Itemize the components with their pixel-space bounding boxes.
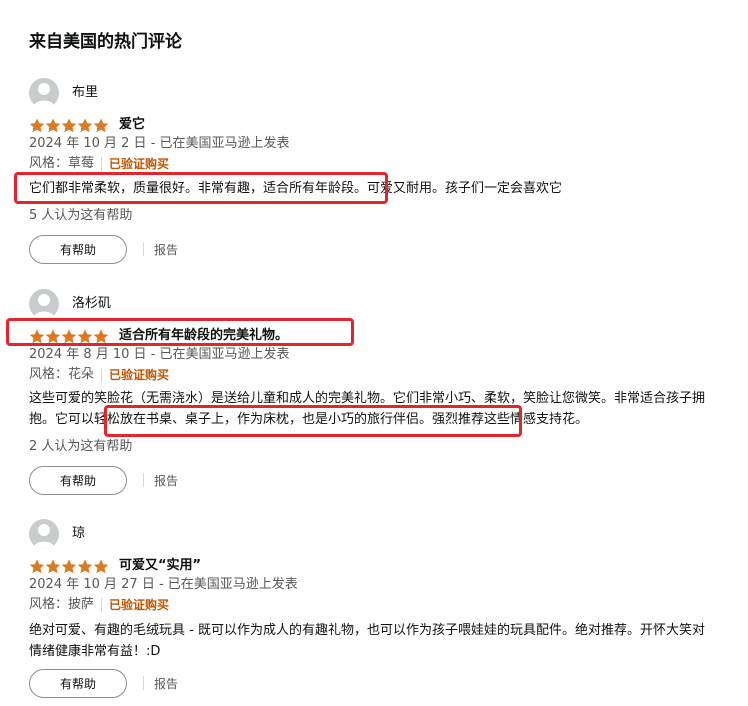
report-link[interactable]: 报告 <box>154 241 178 258</box>
review-actions: 有帮助 报告 <box>29 465 178 495</box>
reviewer-name: 琼 <box>72 526 86 541</box>
format-row: 风格：披萨 已验证购买 <box>29 596 169 614</box>
review-card: 布里 爱它 2024 年 10 月 2 日 - 已在美国亚马逊上发表 风格：草莓… <box>29 78 719 268</box>
rating-row: 可爱又“实用” <box>29 556 201 576</box>
star-rating[interactable] <box>29 118 109 133</box>
section-title: 来自美国的热门评论 <box>29 32 182 52</box>
avatar <box>29 289 59 319</box>
divider <box>143 242 144 256</box>
star-icon <box>93 329 109 343</box>
review-date: 2024 年 10 月 27 日 - 已在美国亚马逊上发表 <box>29 577 298 592</box>
format-row: 风格：花朵 已验证购买 <box>29 366 169 384</box>
verified-badge: 已验证购买 <box>109 368 170 382</box>
star-icon <box>77 118 93 132</box>
review-title[interactable]: 爱它 <box>119 116 145 134</box>
review-card: 洛杉矶 适合所有年龄段的完美礼物。 2024 年 8 月 10 日 - 已在美国… <box>29 289 719 499</box>
review-title[interactable]: 可爱又“实用” <box>119 557 201 575</box>
user-silhouette-icon <box>33 524 55 549</box>
helpful-button[interactable]: 有帮助 <box>29 668 127 698</box>
reviewer-profile[interactable]: 布里 <box>29 78 98 108</box>
report-link[interactable]: 报告 <box>154 675 178 692</box>
star-icon <box>45 118 61 132</box>
review-date: 2024 年 10 月 2 日 - 已在美国亚马逊上发表 <box>29 136 290 151</box>
divider <box>143 676 144 690</box>
review-actions: 有帮助 报告 <box>29 234 178 264</box>
helpful-button[interactable]: 有帮助 <box>29 465 127 495</box>
star-rating[interactable] <box>29 329 109 344</box>
review-body: 绝对可爱、有趣的毛绒玩具 - 既可以作为成人的有趣礼物，也可以作为孩子喂娃娃的玩… <box>29 623 705 659</box>
star-icon <box>61 329 77 343</box>
format-label[interactable]: 风格：披萨 <box>29 596 94 614</box>
format-label[interactable]: 风格：草莓 <box>29 155 94 173</box>
reviews-page: 来自美国的热门评论 布里 爱它 2024 年 10 月 2 日 - 已在美国亚马… <box>0 0 748 706</box>
star-icon <box>93 118 109 132</box>
star-icon <box>93 559 109 573</box>
reviewer-profile[interactable]: 洛杉矶 <box>29 289 111 319</box>
reviewer-profile[interactable]: 琼 <box>29 519 85 549</box>
report-link[interactable]: 报告 <box>154 472 178 489</box>
star-icon <box>29 559 45 573</box>
star-icon <box>61 118 77 132</box>
rating-row: 爱它 <box>29 115 145 135</box>
verified-badge: 已验证购买 <box>109 157 170 171</box>
star-icon <box>29 118 45 132</box>
review-card: 琼 可爱又“实用” 2024 年 10 月 27 日 - 已在美国亚马逊上发表 … <box>29 519 719 705</box>
star-icon <box>29 329 45 343</box>
format-label[interactable]: 风格：花朵 <box>29 366 94 384</box>
avatar <box>29 78 59 108</box>
star-icon <box>61 559 77 573</box>
star-icon <box>77 329 93 343</box>
star-icon <box>77 559 93 573</box>
helpful-count: 5 人认为这有帮助 <box>29 208 133 223</box>
divider <box>101 368 103 382</box>
reviewer-name: 布里 <box>72 85 99 100</box>
review-actions: 有帮助 报告 <box>29 668 178 698</box>
verified-badge: 已验证购买 <box>109 598 170 612</box>
review-body: 这些可爱的笑脸花（无需浇水）是送给儿童和成人的完美礼物。它们非常小巧、柔软，笑脸… <box>29 391 706 427</box>
format-row: 风格：草莓 已验证购买 <box>29 155 169 173</box>
star-icon <box>45 329 61 343</box>
star-rating[interactable] <box>29 559 109 574</box>
avatar <box>29 519 59 549</box>
review-title[interactable]: 适合所有年龄段的完美礼物。 <box>119 327 288 345</box>
reviewer-name: 洛杉矶 <box>72 296 112 311</box>
review-body: 它们都非常柔软，质量很好。非常有趣，适合所有年龄段。可爱又耐用。孩子们一定会喜欢… <box>29 181 563 196</box>
user-silhouette-icon <box>33 294 55 319</box>
rating-row: 适合所有年龄段的完美礼物。 <box>29 326 288 346</box>
helpful-count: 2 人认为这有帮助 <box>29 439 133 454</box>
divider <box>101 157 103 171</box>
review-date: 2024 年 8 月 10 日 - 已在美国亚马逊上发表 <box>29 347 290 362</box>
divider <box>101 598 103 612</box>
divider <box>143 473 144 487</box>
user-silhouette-icon <box>33 83 55 108</box>
helpful-button[interactable]: 有帮助 <box>29 234 127 264</box>
star-icon <box>45 559 61 573</box>
